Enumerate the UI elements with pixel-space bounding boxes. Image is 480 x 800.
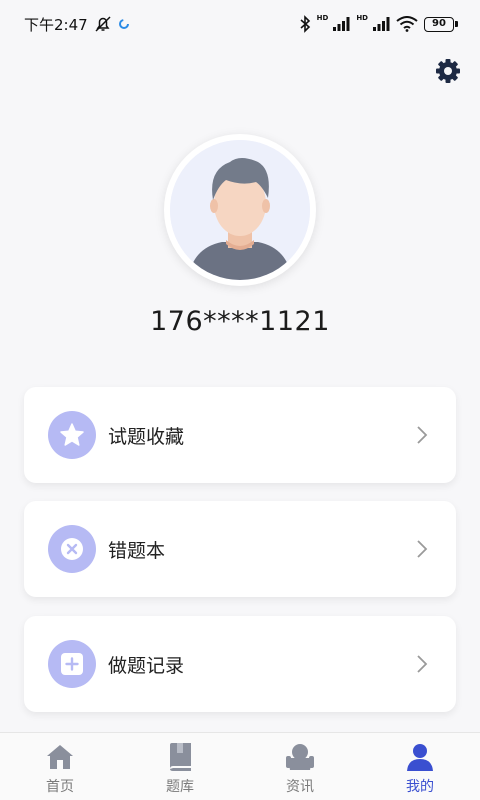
- menu-item-label: 错题本: [108, 539, 166, 562]
- signal-icon: [332, 16, 350, 32]
- menu-item-favorites[interactable]: 试题收藏: [24, 387, 456, 483]
- chevron-right-icon: [416, 425, 428, 445]
- tab-label: 首页: [46, 779, 74, 795]
- bluetooth-icon: [299, 15, 311, 33]
- gear-icon: [435, 58, 461, 88]
- avatar[interactable]: [164, 134, 316, 286]
- menu-item-label: 做题记录: [108, 654, 185, 677]
- book-icon: [167, 741, 193, 773]
- status-time: 下午2:47: [24, 15, 88, 34]
- tab-question-bank[interactable]: 题库: [120, 733, 240, 800]
- tab-news[interactable]: 资讯: [240, 733, 360, 800]
- phone-number: 176****1121: [150, 306, 330, 337]
- plus-square-icon: [48, 640, 96, 688]
- tab-mine[interactable]: 我的: [360, 733, 480, 800]
- settings-button[interactable]: [434, 59, 462, 87]
- battery-level: 90: [424, 16, 454, 32]
- chevron-right-icon: [416, 654, 428, 674]
- hd-label: HD: [316, 14, 329, 22]
- status-bar: 下午2:47 HD HD 90: [0, 0, 480, 48]
- wifi-icon: [396, 16, 418, 32]
- battery-tip: [455, 21, 458, 27]
- menu-item-practice-records[interactable]: 做题记录: [24, 616, 456, 712]
- avatar-image: [170, 140, 310, 280]
- bottom-tab-bar: 首页 题库 资讯 我的: [0, 732, 480, 800]
- tab-home[interactable]: 首页: [0, 733, 120, 800]
- x-circle-icon: [48, 525, 96, 573]
- signal-icon-2: [372, 16, 390, 32]
- status-left: 下午2:47: [24, 14, 130, 35]
- tab-label: 资讯: [286, 779, 314, 795]
- menu-item-wrong-questions[interactable]: 错题本: [24, 501, 456, 597]
- tab-label: 我的: [406, 779, 434, 795]
- news-icon: [284, 741, 316, 773]
- chevron-right-icon: [416, 539, 428, 559]
- home-icon: [45, 741, 75, 773]
- battery-icon: 90: [424, 16, 458, 32]
- hd-label-2: HD: [356, 14, 368, 22]
- user-icon: [405, 741, 435, 773]
- tab-label: 题库: [166, 779, 194, 795]
- menu-item-label: 试题收藏: [108, 425, 185, 448]
- sync-icon: [118, 18, 130, 30]
- status-right: HD HD 90: [299, 14, 458, 33]
- bell-off-icon: [94, 15, 112, 33]
- star-icon: [48, 411, 96, 459]
